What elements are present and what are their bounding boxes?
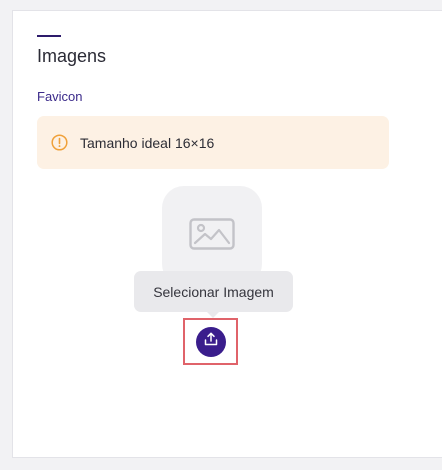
images-card: Imagens Favicon Tamanho ideal 16×16 Sele… xyxy=(12,10,442,458)
alert-text: Tamanho ideal 16×16 xyxy=(80,134,215,151)
size-info-alert: Tamanho ideal 16×16 xyxy=(37,116,389,169)
warning-circle-icon xyxy=(51,134,68,151)
tooltip-arrow xyxy=(206,311,220,318)
upload-icon xyxy=(203,331,219,352)
upload-button[interactable] xyxy=(195,326,226,357)
select-image-tooltip: Selecionar Imagem xyxy=(134,271,293,312)
title-accent-bar xyxy=(37,35,61,37)
favicon-label: Favicon xyxy=(37,89,83,104)
image-icon xyxy=(189,217,235,255)
section-title: Imagens xyxy=(37,46,107,66)
upload-button-highlight xyxy=(183,318,238,365)
